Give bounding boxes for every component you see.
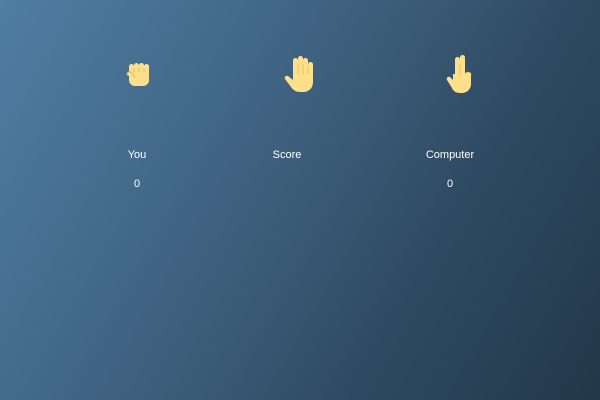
victory-hand-icon (445, 54, 475, 94)
computer-label: Computer (425, 149, 475, 161)
raised-fist-icon (125, 59, 153, 89)
scissors-choice-button[interactable] (438, 52, 482, 96)
rock-choice-button[interactable] (117, 52, 161, 96)
you-label: You (127, 149, 147, 161)
paper-choice-button[interactable] (277, 52, 321, 96)
computer-score: 0 (446, 178, 454, 190)
score-label: Score (272, 149, 302, 161)
raised-hand-icon (282, 54, 316, 94)
you-score: 0 (133, 178, 141, 190)
